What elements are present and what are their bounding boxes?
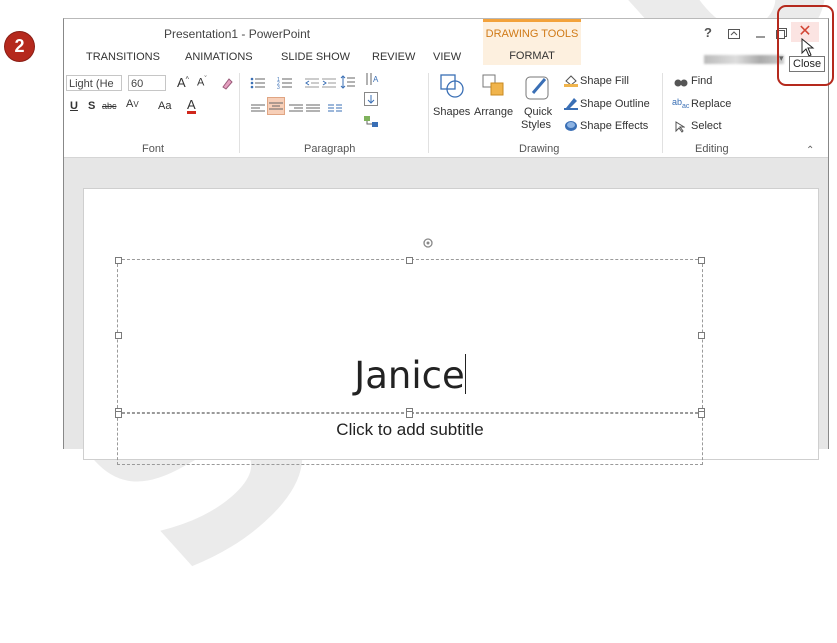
shapes-icon[interactable] [439,73,465,104]
step-badge: 2 [5,32,34,61]
powerpoint-window: Presentation1 - PowerPoint DRAWING TOOLS… [63,18,829,465]
shape-outline-button[interactable]: Shape Outline [580,98,650,110]
increase-indent-icon[interactable] [322,76,336,94]
resize-handle[interactable] [406,411,413,418]
resize-handle[interactable] [698,411,705,418]
columns-icon[interactable] [328,101,342,119]
smartart-icon[interactable] [364,115,378,133]
find-icon[interactable] [674,75,688,93]
title-placeholder[interactable]: Janice [115,257,705,415]
callout-highlight [777,5,834,86]
character-spacing-icon[interactable]: AV [126,98,139,110]
numbering-icon[interactable]: 123 [277,76,293,94]
resize-handle[interactable] [115,411,122,418]
tab-slide-show[interactable]: SLIDE SHOW [281,51,350,63]
slide-title-text[interactable]: Janice [118,354,702,397]
font-size-combo[interactable]: 60 [128,75,166,91]
font-paragraph-separator [239,73,240,153]
subtitle-text: Click to add subtitle [336,420,484,439]
decrease-indent-icon[interactable] [305,76,319,94]
drawing-tools-context: DRAWING TOOLS FORMAT [483,19,581,65]
clear-formatting-icon[interactable] [220,76,234,95]
select-cursor-icon[interactable] [675,120,686,138]
drawing-editing-separator [662,73,663,153]
window-title: Presentation1 - PowerPoint [164,27,311,41]
shapes-button[interactable]: Shapes [433,106,470,118]
title-bar: Presentation1 - PowerPoint [64,19,828,47]
quick-styles-label-2[interactable]: Styles [521,119,551,131]
shape-effects-button[interactable]: Shape Effects [580,120,648,132]
ribbon-display-options-icon[interactable] [728,27,740,42]
align-left-icon[interactable] [251,101,265,119]
resize-handle[interactable] [115,332,122,339]
ribbon: Light (He 60 A^ Aˇ 123 A U S abc AV Aa A… [64,67,828,158]
resize-handle[interactable] [115,257,122,264]
align-text-icon[interactable] [364,92,378,111]
underline-icon[interactable]: U [70,100,78,112]
quick-styles-label-1[interactable]: Quick [524,106,552,118]
minimize-icon[interactable] [756,29,766,44]
strikethrough-icon[interactable]: abc [102,101,117,111]
rotate-handle-icon[interactable] [422,236,434,254]
paragraph-group-label: Paragraph [304,143,356,155]
slide-title-value: Janice [354,354,465,397]
tab-view[interactable]: VIEW [433,51,461,63]
arrange-icon[interactable] [481,73,507,104]
subtitle-placeholder[interactable]: Click to add subtitle [115,411,705,465]
drawing-group-label: Drawing [519,143,560,155]
svg-text:3: 3 [277,85,280,89]
change-case-button[interactable]: Aa [158,100,171,112]
font-name-value: Light (He [69,78,114,90]
bullets-icon[interactable] [250,76,266,94]
text-cursor [464,354,466,394]
editing-group-label: Editing [695,143,729,155]
collapse-ribbon-icon[interactable]: ⌃ [806,145,814,156]
line-spacing-icon[interactable] [340,75,356,94]
arrange-button[interactable]: Arrange [474,106,513,118]
find-button[interactable]: Find [691,75,712,87]
tab-animations[interactable]: ANIMATIONS [185,51,253,63]
replace-icon[interactable]: abac [672,97,689,110]
resize-handle[interactable] [698,332,705,339]
shadow-text-icon[interactable]: S [88,100,95,112]
svg-text:A: A [373,75,379,84]
paragraph-drawing-separator [428,73,429,153]
align-right-icon[interactable] [289,101,303,119]
document-area: Janice Click to add subtitle [64,158,828,465]
resize-handle[interactable] [698,257,705,264]
quick-styles-icon[interactable] [525,73,553,106]
select-button[interactable]: Select [691,120,722,132]
replace-button[interactable]: Replace [691,98,731,110]
shape-effects-icon[interactable] [564,119,578,137]
resize-handle[interactable] [406,257,413,264]
justify-icon[interactable] [306,101,320,119]
slide[interactable]: Janice Click to add subtitle [83,188,819,465]
font-group-label: Font [142,143,165,155]
align-center-icon[interactable] [267,97,285,115]
grow-font-icon[interactable]: A^ [177,75,189,90]
shrink-font-icon[interactable]: Aˇ [197,76,207,89]
shape-fill-button[interactable]: Shape Fill [580,75,629,87]
drawing-tools-label: DRAWING TOOLS [485,28,579,40]
tab-transitions[interactable]: TRANSITIONS [86,51,160,63]
account-name-blurred[interactable] [704,55,784,64]
tab-format[interactable]: FORMAT [483,50,581,62]
font-size-value: 60 [131,78,144,90]
text-direction-icon[interactable]: A [364,72,380,91]
font-name-combo[interactable]: Light (He [66,75,122,91]
font-color-icon[interactable]: A [187,98,196,114]
tab-review[interactable]: REVIEW [372,51,415,63]
shape-outline-icon[interactable] [564,96,578,115]
shape-fill-icon[interactable] [564,73,578,92]
help-button[interactable]: ? [704,25,712,40]
